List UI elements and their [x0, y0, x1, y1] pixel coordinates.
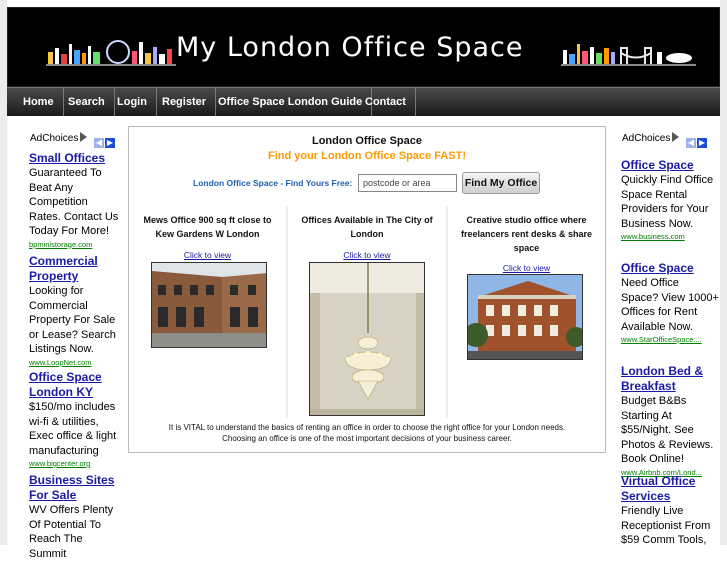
ad-title[interactable]: Small Offices	[29, 151, 121, 166]
site-title[interactable]: My London Office Space	[176, 32, 524, 63]
vital-note: It is VITAL to understand the basics of …	[129, 422, 605, 444]
next-arrow-icon[interactable]: ▶	[697, 138, 707, 148]
ad-text: WV Offers Plenty Of Potential To Reach T…	[29, 504, 114, 560]
ad-left-4[interactable]: Business Sites For Sale WV Offers Plenty…	[29, 473, 121, 561]
adchoices-right[interactable]: AdChoices	[622, 132, 680, 144]
ad-text: Need Office Space? View 1000+ Offices fo…	[621, 277, 719, 333]
page-subtitle: Find your London Office Space FAST!	[267, 150, 466, 162]
listings-grid: Mews Office 900 sq ft close to Kew Garde…	[129, 206, 605, 418]
listing-title[interactable]: Offices Available in The City of London	[288, 213, 446, 241]
next-arrow-icon[interactable]: ▶	[105, 138, 115, 148]
ad-nav-right[interactable]: ◀ ▶	[686, 132, 708, 150]
vital-line-2: Choosing an office is one of the most im…	[222, 434, 512, 443]
ad-url[interactable]: www.business.com	[621, 231, 719, 242]
ad-left-3[interactable]: Office Space London KY $150/mo includes …	[29, 370, 121, 469]
ad-url[interactable]: www.LoopNet.com	[29, 357, 121, 368]
ad-title[interactable]: Office Space	[621, 261, 719, 276]
adchoices-icon	[80, 132, 88, 142]
listing-title[interactable]: Creative studio office where freelancers…	[448, 213, 605, 255]
adchoices-left[interactable]: AdChoices	[30, 132, 88, 144]
ad-title[interactable]: Office Space	[621, 158, 719, 173]
listing-card: Mews Office 900 sq ft close to Kew Garde…	[129, 206, 286, 418]
ad-url[interactable]: bpministorage.com	[29, 239, 121, 250]
prev-arrow-icon[interactable]: ◀	[686, 138, 696, 148]
listing-link[interactable]: Click to view	[288, 250, 446, 260]
listing-photo-mews[interactable]	[151, 262, 267, 348]
nav-search[interactable]: Search	[59, 88, 115, 116]
ad-title[interactable]: Office Space London KY	[29, 370, 121, 400]
ad-url[interactable]: www.StarOfficeSpace....	[621, 334, 719, 345]
listing-link[interactable]: Click to view	[448, 263, 605, 273]
site-header: My London Office Space	[7, 7, 720, 87]
ad-text: $150/mo includes wi-fi & utilities, Exec…	[29, 401, 117, 457]
ad-title[interactable]: Commercial Property	[29, 254, 121, 284]
main-nav: Home Search Login Register Office Space …	[7, 87, 720, 116]
listing-photo-studio[interactable]	[467, 274, 583, 360]
main-content: London Office Space Find your London Off…	[128, 126, 606, 453]
nav-contact[interactable]: Contact	[356, 88, 416, 116]
ad-text: Guaranteed To Beat Any Competition Rates…	[29, 167, 119, 237]
nav-login[interactable]: Login	[108, 88, 157, 116]
ad-title[interactable]: Virtual Office Services	[621, 474, 719, 504]
prev-arrow-icon[interactable]: ◀	[94, 138, 104, 148]
ad-title[interactable]: London Bed & Breakfast	[621, 364, 719, 394]
adchoices-label: AdChoices	[30, 133, 79, 144]
ad-right-4[interactable]: Virtual Office Services Friendly Live Re…	[621, 474, 719, 548]
search-input[interactable]: postcode or area	[358, 174, 457, 192]
adchoices-icon	[672, 132, 680, 142]
ad-text: Friendly Live Receptionist From $59 Comm…	[621, 505, 711, 546]
ad-left-1[interactable]: Small Offices Guaranteed To Beat Any Com…	[29, 151, 121, 250]
listing-title[interactable]: Mews Office 900 sq ft close to Kew Garde…	[129, 213, 286, 241]
vital-line-1: It is VITAL to understand the basics of …	[168, 423, 566, 432]
ad-text: Budget B&Bs Starting At $55/Night. See P…	[621, 395, 714, 465]
nav-register[interactable]: Register	[153, 88, 217, 116]
skyline-left-icon	[46, 40, 176, 66]
ad-left-2[interactable]: Commercial Property Looking for Commerci…	[29, 254, 121, 368]
listing-photo-chandelier[interactable]	[309, 262, 425, 416]
skyline-right-icon	[561, 44, 696, 66]
nav-home[interactable]: Home	[14, 88, 64, 116]
listing-link[interactable]: Click to view	[129, 250, 286, 260]
ad-right-3[interactable]: London Bed & Breakfast Budget B&Bs Start…	[621, 364, 719, 478]
find-office-button[interactable]: Find My Office	[462, 172, 540, 194]
listing-card: Creative studio office where freelancers…	[448, 206, 605, 418]
adchoices-label: AdChoices	[622, 133, 671, 144]
ad-url[interactable]: www.bigcenter.org	[29, 458, 121, 469]
ad-title[interactable]: Business Sites For Sale	[29, 473, 121, 503]
ad-text: Quickly Find Office Space Rental Provide…	[621, 174, 714, 230]
ad-nav-left[interactable]: ◀ ▶	[94, 132, 116, 150]
ad-right-2[interactable]: Office Space Need Office Space? View 100…	[621, 261, 719, 345]
ad-right-1[interactable]: Office Space Quickly Find Office Space R…	[621, 158, 719, 242]
ad-text: Looking for Commercial Property For Sale…	[29, 285, 116, 355]
nav-guide[interactable]: Office Space London Guide	[209, 88, 373, 116]
listing-card: Offices Available in The City of London …	[288, 206, 446, 418]
page-title: London Office Space	[311, 135, 422, 147]
search-label: London Office Space - Find Yours Free:	[193, 178, 353, 188]
